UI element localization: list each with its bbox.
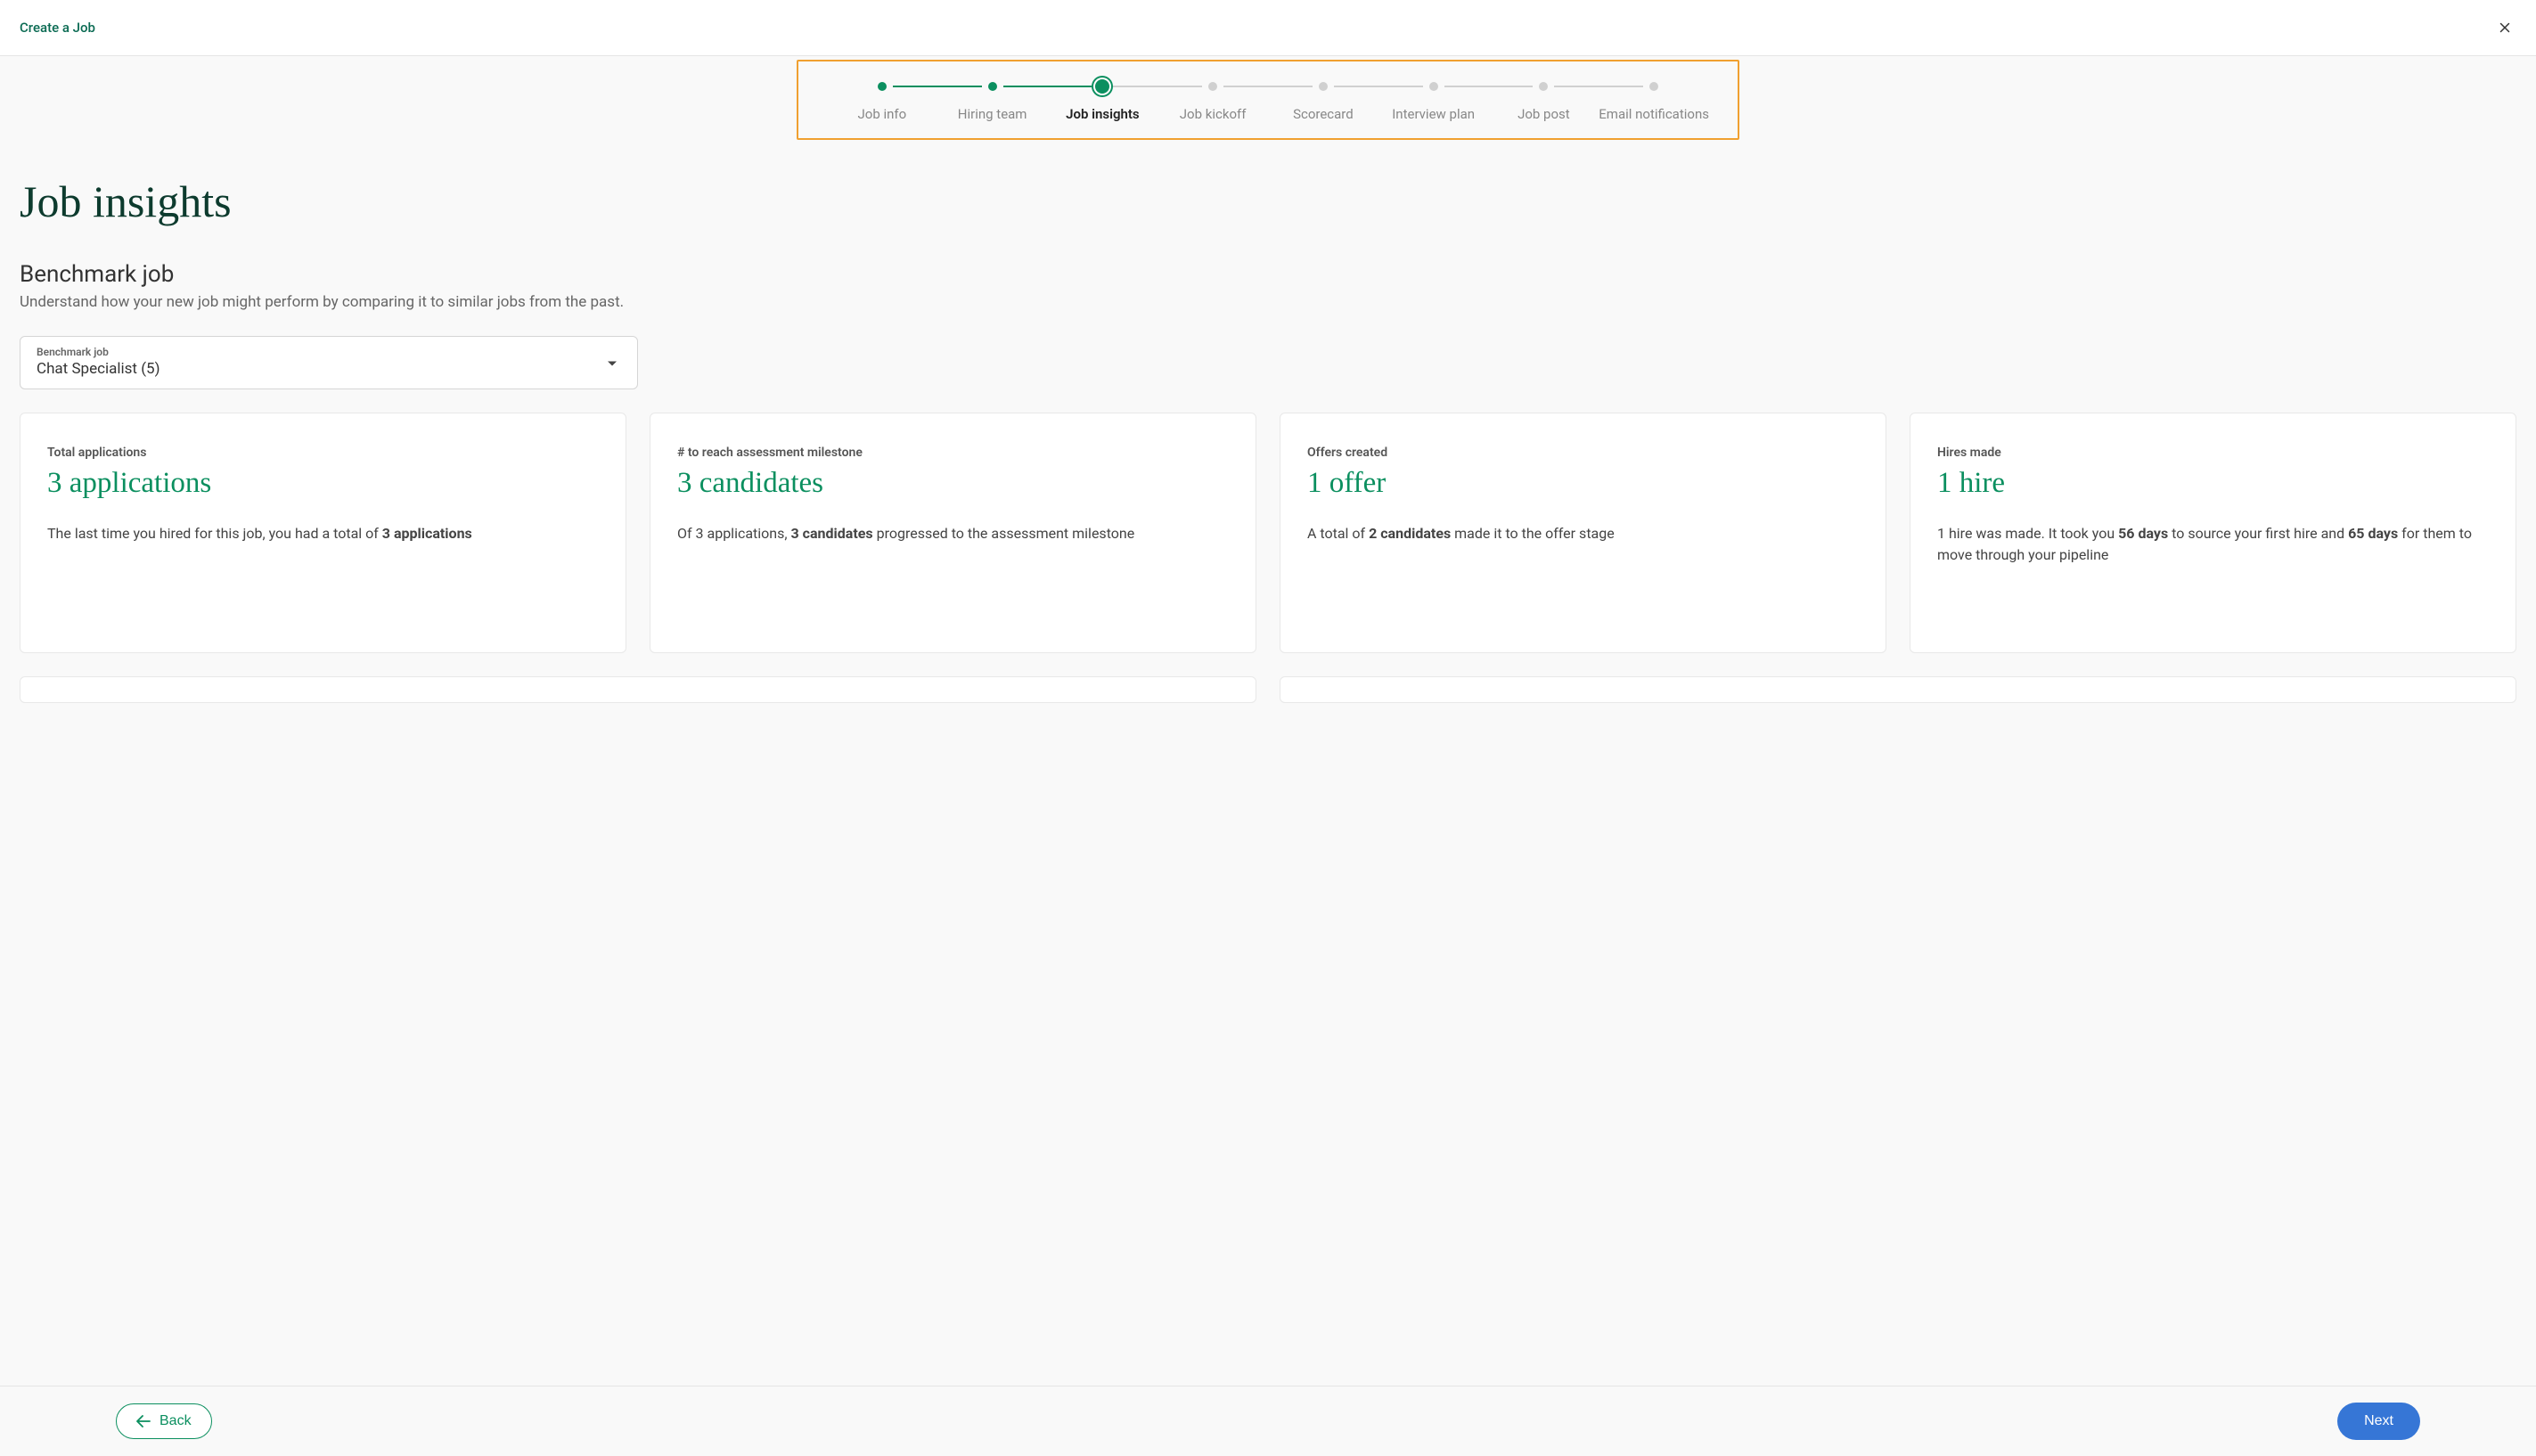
step-dot [1208, 82, 1217, 91]
header-title: Create a Job [20, 20, 95, 36]
card-value: 1 offer [1307, 467, 1859, 500]
step-label: Job post [1518, 106, 1570, 122]
card-desc-bold: 2 candidates [1369, 525, 1451, 542]
main-content: Job info Hiring team Job insights [0, 56, 2536, 1387]
arrow-left-icon [136, 1415, 151, 1427]
caret-down-icon [607, 355, 618, 372]
step-connector [1334, 86, 1423, 87]
card-desc-text: progressed to the assessment milestone [873, 525, 1135, 542]
card-description: A total of 2 candidates made it to the o… [1307, 523, 1859, 544]
step-dot [878, 82, 887, 91]
step-connector [1113, 86, 1202, 87]
select-label: Benchmark job [37, 346, 621, 358]
card-description: 1 hire was made. It took you 56 days to … [1937, 523, 2489, 566]
step-dot [1649, 82, 1658, 91]
card-assessment-milestone: # to reach assessment milestone 3 candid… [650, 413, 1256, 653]
placeholder-card [20, 676, 1256, 703]
card-desc-text: The last time you hired for this job, yo… [47, 525, 382, 542]
close-icon [2497, 20, 2513, 36]
card-desc-text: A total of [1307, 525, 1369, 542]
card-label: # to reach assessment milestone [677, 446, 1229, 460]
step-label: Scorecard [1293, 106, 1354, 122]
step-label: Job insights [1066, 106, 1140, 122]
step-connector [1223, 86, 1313, 87]
footer: Back Next [0, 1386, 2536, 1456]
stepper-wrapper: Job info Hiring team Job insights [20, 56, 2516, 140]
step-connector [1444, 86, 1534, 87]
step-connector [893, 86, 982, 87]
back-button[interactable]: Back [116, 1403, 212, 1439]
step-label: Hiring team [958, 106, 1027, 122]
section-title: Benchmark job [20, 261, 2516, 288]
step-label: Email notifications [1599, 106, 1709, 122]
step-label: Job kickoff [1180, 106, 1247, 122]
step-dot-current [1095, 79, 1109, 94]
card-offers-created: Offers created 1 offer A total of 2 cand… [1280, 413, 1886, 653]
close-button[interactable] [2493, 16, 2516, 39]
next-button[interactable]: Next [2337, 1403, 2420, 1440]
step-job-info[interactable]: Job info [827, 79, 937, 122]
step-label: Job info [858, 106, 907, 122]
card-description: Of 3 applications, 3 candidates progress… [677, 523, 1229, 544]
stepper: Job info Hiring team Job insights [797, 60, 1739, 140]
benchmark-job-select[interactable]: Benchmark job Chat Specialist (5) [20, 336, 638, 389]
back-label: Back [160, 1413, 192, 1429]
card-value: 3 applications [47, 467, 599, 500]
card-value: 1 hire [1937, 467, 2489, 500]
card-desc-text: made it to the offer stage [1451, 525, 1615, 542]
card-label: Total applications [47, 446, 599, 460]
card-label: Offers created [1307, 446, 1859, 460]
step-dot [988, 82, 997, 91]
next-label: Next [2364, 1413, 2393, 1428]
step-connector [1003, 86, 1092, 87]
card-desc-text: 1 hire was made. It took you [1937, 525, 2118, 542]
card-desc-bold: 3 applications [382, 525, 472, 542]
select-value: Chat Specialist (5) [37, 360, 621, 378]
page-title: Job insights [20, 176, 2516, 227]
section-subtitle: Understand how your new job might perfor… [20, 293, 2516, 311]
modal-header: Create a Job [0, 0, 2536, 56]
card-label: Hires made [1937, 446, 2489, 460]
card-desc-bold: 56 days [2118, 525, 2168, 542]
card-value: 3 candidates [677, 467, 1229, 500]
metrics-row: Total applications 3 applications The la… [20, 413, 2516, 653]
step-connector [1554, 86, 1643, 87]
card-total-applications: Total applications 3 applications The la… [20, 413, 626, 653]
card-hires-made: Hires made 1 hire 1 hire was made. It to… [1910, 413, 2516, 653]
placeholder-card [1280, 676, 2516, 703]
card-desc-text: Of 3 applications, [677, 525, 791, 542]
step-dot [1539, 82, 1548, 91]
secondary-row [20, 676, 2516, 703]
card-desc-bold: 3 candidates [791, 525, 873, 542]
card-desc-text: to source your first hire and [2168, 525, 2348, 542]
card-desc-bold: 65 days [2348, 525, 2398, 542]
step-label: Interview plan [1392, 106, 1475, 122]
step-dot [1319, 82, 1328, 91]
step-dot [1429, 82, 1438, 91]
card-description: The last time you hired for this job, yo… [47, 523, 599, 544]
